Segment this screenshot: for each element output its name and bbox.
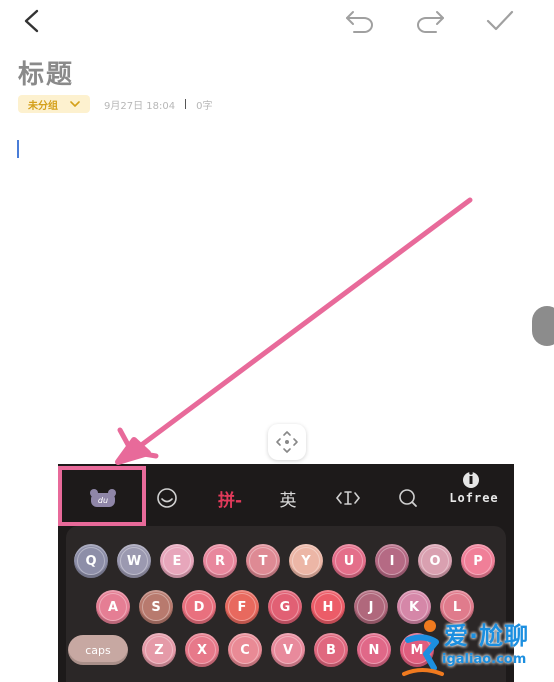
side-drawer-handle[interactable] [532,306,554,346]
key-s[interactable]: S [139,590,173,624]
highlight-box [58,466,146,526]
key-n[interactable]: N [357,633,391,667]
word-count: 0字 [196,100,213,112]
key-label: C [240,642,250,658]
key-label: R [214,553,225,569]
meta-divider [185,99,187,109]
key-label: I [389,553,395,569]
key-label: Z [154,642,164,658]
key-label: G [279,599,291,615]
key-i[interactable]: I [375,544,409,578]
undo-icon [346,11,373,33]
check-icon [486,10,514,31]
key-label: O [429,553,441,569]
pinyin-mode-button[interactable]: 拼- [208,484,252,512]
key-label: S [151,599,161,615]
runner-logo-icon [402,620,444,676]
key-label: A [107,599,119,615]
note-date: 9月27日 18:04 [104,100,176,112]
key-label: H [322,599,334,615]
watermark-url: igaliao.com [442,652,527,667]
smiley-icon [157,488,177,508]
undo-button[interactable] [342,4,378,38]
redo-icon [417,11,444,33]
site-watermark: 爱·尬聊 igaliao.com [402,614,552,680]
key-label: N [368,642,380,658]
key-label: V [282,642,294,658]
emoji-button[interactable] [150,484,184,512]
search-icon [399,489,417,507]
key-label: Y [301,553,311,569]
note-title[interactable]: 标题 [18,54,74,91]
note-meta: 未分组 9月27日 18:04 0字 [18,94,212,114]
back-button[interactable] [14,4,50,38]
key-q[interactable]: Q [74,544,108,578]
key-label: Q [85,553,97,569]
key-w[interactable]: W [117,544,151,578]
key-label: X [196,642,208,658]
key-h[interactable]: H [311,590,345,624]
key-v[interactable]: V [271,633,305,667]
key-x[interactable]: X [185,633,219,667]
done-button[interactable] [482,4,518,38]
key-label: K [408,599,420,615]
english-mode-button[interactable]: 英 [268,484,308,512]
key-label: E [172,553,182,569]
key-label: W [126,553,142,569]
key-a[interactable]: A [96,590,130,624]
chevron-left-icon [24,9,39,33]
key-c[interactable]: C [228,633,262,667]
key-label: U [343,553,355,569]
keyboard-move-handle[interactable] [268,424,306,460]
key-j[interactable]: J [354,590,388,624]
key-g[interactable]: G [268,590,302,624]
key-label: L [452,599,462,615]
key-e[interactable]: E [160,544,194,578]
key-label: B [326,642,336,658]
category-label: 未分组 [28,100,58,112]
key-p[interactable]: P [461,544,495,578]
key-r[interactable]: R [203,544,237,578]
search-button[interactable] [390,484,426,512]
top-bar [0,0,554,44]
chevron-down-icon [70,101,80,107]
text-cursor [17,140,19,158]
key-z[interactable]: Z [142,633,176,667]
key-y[interactable]: Y [289,544,323,578]
key-label: D [193,599,205,615]
move-arrows-icon [276,431,298,453]
cursor-move-icon [335,491,361,505]
lofree-skin-button[interactable]: Lofree [444,484,504,512]
key-u[interactable]: U [332,544,366,578]
watermark-title: 爱·尬聊 [444,622,530,650]
key-label: T [258,553,268,569]
key-o[interactable]: O [418,544,452,578]
category-dropdown[interactable]: 未分组 [18,95,90,113]
caps-key[interactable]: caps [68,635,128,665]
key-label: F [237,599,247,615]
key-b[interactable]: B [314,633,348,667]
key-d[interactable]: D [182,590,216,624]
key-label: J [368,599,374,615]
key-f[interactable]: F [225,590,259,624]
key-t[interactable]: T [246,544,280,578]
redo-button[interactable] [412,4,448,38]
cursor-mode-button[interactable] [328,484,368,512]
key-label: P [473,553,483,569]
